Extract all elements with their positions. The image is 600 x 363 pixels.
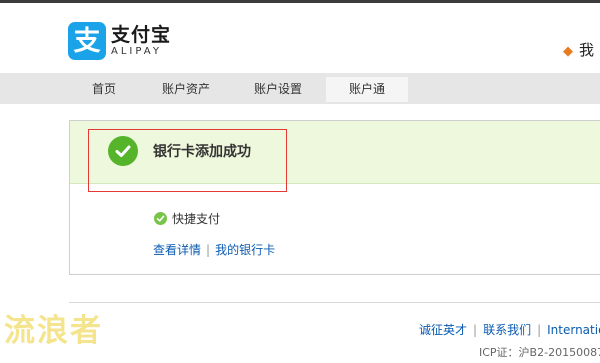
quick-pay-label: 快捷支付 (172, 212, 221, 226)
nav-item-home[interactable]: 首页 (78, 77, 130, 102)
result-panel: 银行卡添加成功 快捷支付 查看详情 | 我的银行卡 (69, 120, 600, 275)
logo-text: 支付宝 ALIPAY (111, 24, 171, 58)
footer-links: 诚征英才 | 联系我们 | International (419, 322, 600, 338)
check-circle-icon (154, 212, 167, 225)
result-links: 查看详情 | 我的银行卡 (153, 242, 275, 258)
diamond-icon: ◆ (563, 44, 573, 59)
nav-item-account-pass[interactable]: 账户通 (326, 77, 408, 102)
main-nav: 首页 账户资产 账户设置 账户通 (0, 73, 600, 104)
footer-link-contact[interactable]: 联系我们 (483, 323, 531, 337)
link-separator: | (206, 243, 211, 257)
view-details-link[interactable]: 查看详情 (153, 243, 201, 257)
user-menu-label: 我 (579, 41, 595, 59)
footer-link-careers[interactable]: 诚征英才 (419, 323, 467, 337)
footer-divider (69, 302, 600, 303)
logo-chinese: 支付宝 (111, 24, 172, 46)
logo-english: ALIPAY (111, 46, 162, 57)
footer-link-international[interactable]: International (547, 323, 600, 337)
footer-separator: | (473, 323, 478, 337)
user-menu[interactable]: ◆ 我 (563, 40, 594, 62)
watermark: 流浪者 (4, 313, 103, 349)
my-bank-cards-link[interactable]: 我的银行卡 (215, 243, 275, 257)
alipay-logo[interactable]: 支 支付宝 ALIPAY (68, 20, 198, 62)
footer-separator: | (537, 323, 542, 337)
nav-item-account-assets[interactable]: 账户资产 (150, 77, 222, 102)
annotation-highlight-box (88, 129, 287, 192)
header: 支 支付宝 ALIPAY ◆ 我 (0, 3, 600, 73)
alipay-logo-icon: 支 (68, 22, 106, 60)
nav-item-account-settings[interactable]: 账户设置 (242, 77, 314, 102)
icp-license: ICP证：沪B2-20150087 (479, 346, 600, 359)
